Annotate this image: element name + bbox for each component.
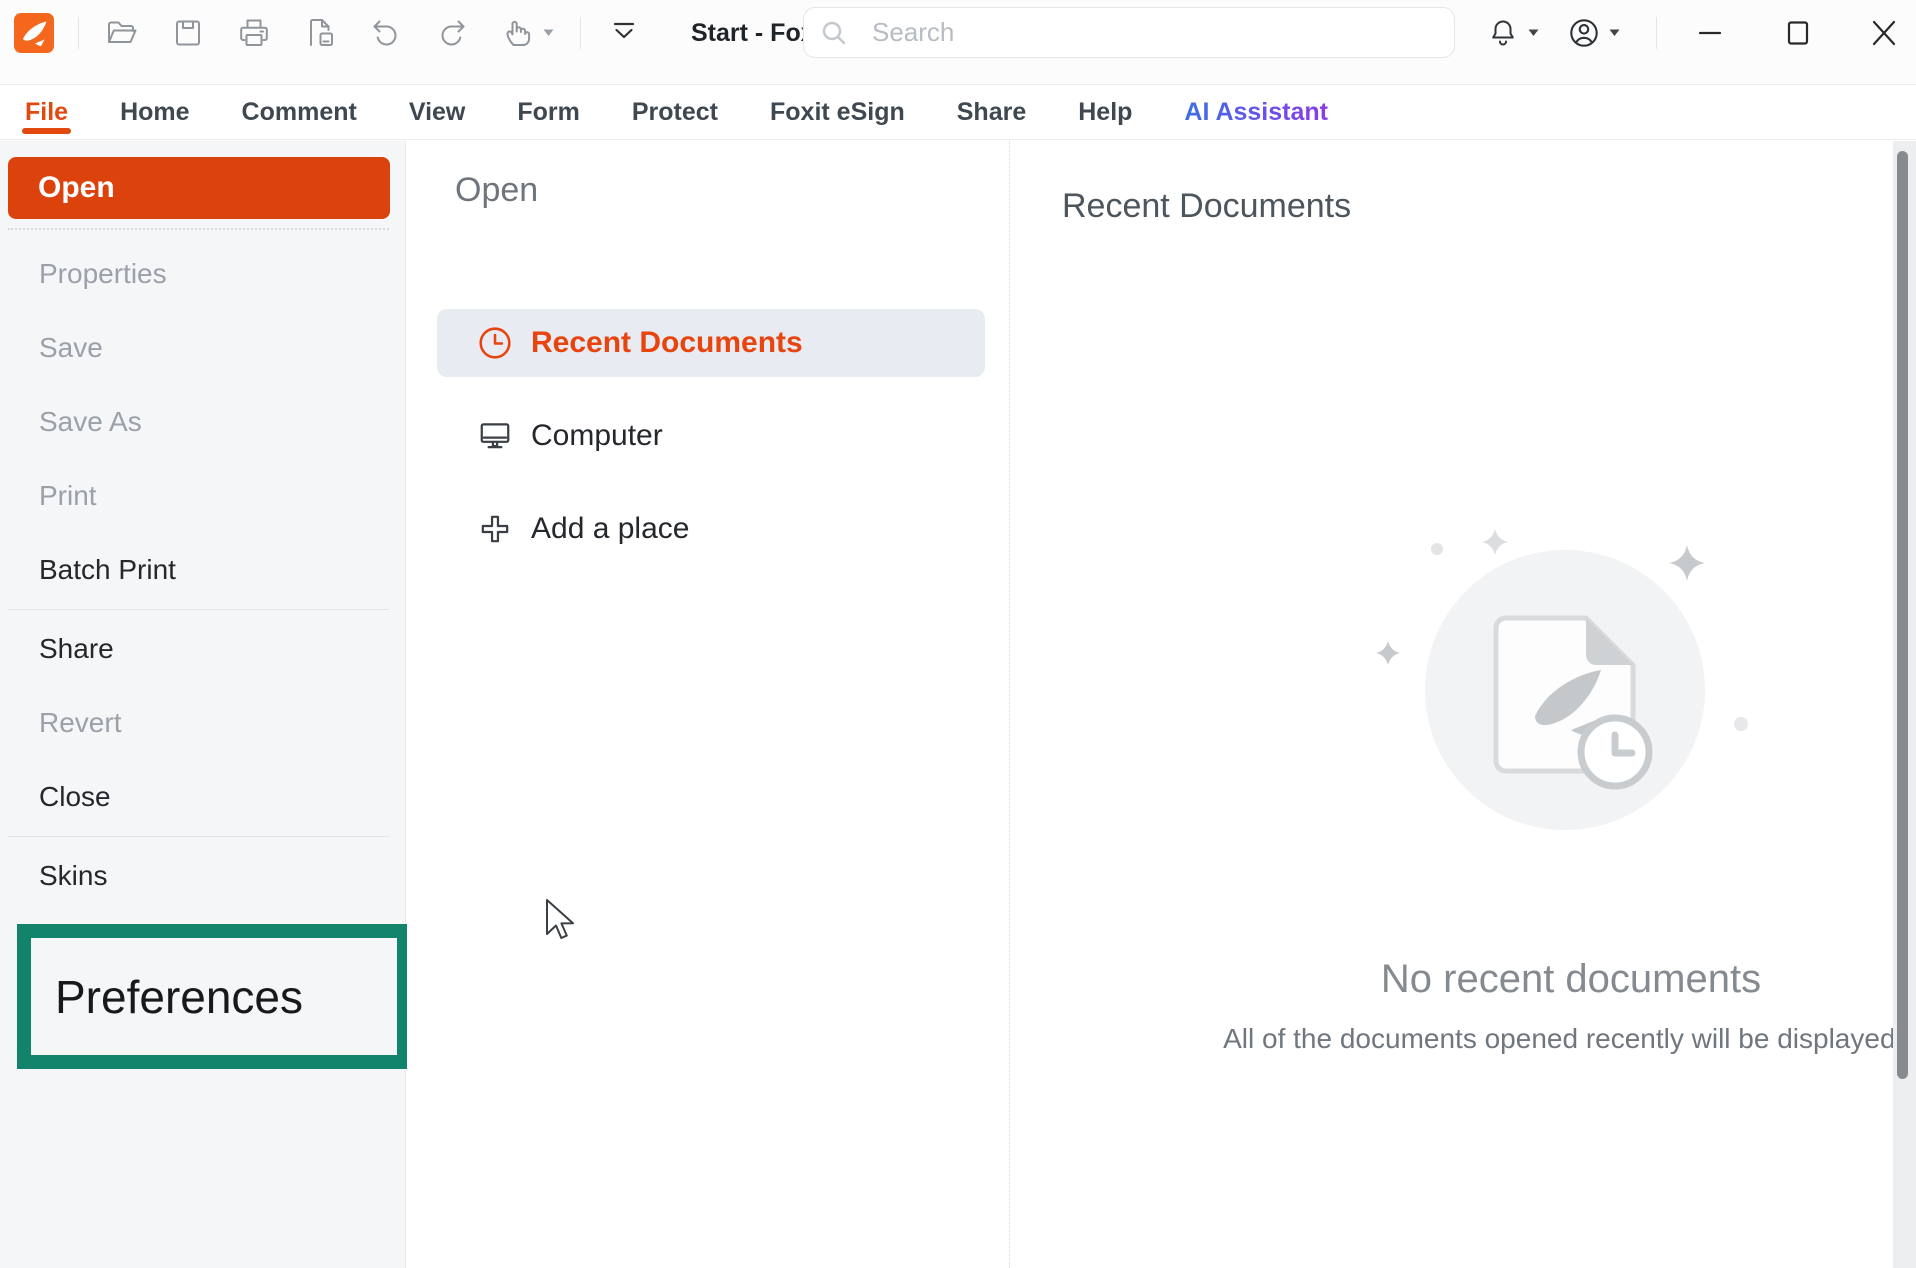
open-panel-title: Open: [455, 171, 539, 209]
close-icon: [1872, 20, 1896, 46]
notifications-bell-icon: [1492, 20, 1514, 46]
empty-state-title: No recent documents: [1380, 957, 1762, 1001]
create-pdf-button[interactable]: [301, 13, 339, 53]
account-dropdown[interactable]: [1609, 29, 1620, 37]
tab-view[interactable]: View: [409, 86, 466, 139]
empty-state-caption: All of the documents opened recently wil…: [1223, 1023, 1916, 1054]
sidebar-item-save[interactable]: Save: [0, 311, 405, 385]
undo-button[interactable]: [367, 13, 405, 53]
recent-documents-title: Recent Documents: [1062, 187, 1352, 225]
sparkle-dot: [1431, 543, 1443, 555]
sidebar-item-revert[interactable]: Revert: [0, 686, 405, 760]
search-box[interactable]: [803, 7, 1455, 58]
redo-button[interactable]: [433, 13, 471, 53]
sidebar-item-preferences[interactable]: Preferences: [31, 970, 303, 1024]
clock-icon: [479, 327, 511, 359]
tab-home[interactable]: Home: [120, 86, 189, 139]
sidebar-item-batch-print[interactable]: Batch Print: [0, 533, 405, 607]
maximize-icon: [1787, 21, 1809, 45]
add-place-icon: [481, 515, 509, 543]
computer-icon: [480, 423, 510, 449]
tab-form[interactable]: Form: [517, 86, 580, 139]
sidebar-item-close[interactable]: Close: [0, 760, 405, 834]
toolbar-separator: [580, 17, 581, 49]
sparkle-star: [1376, 641, 1400, 665]
tab-help[interactable]: Help: [1078, 86, 1132, 139]
collapse-toolbar-button[interactable]: [605, 13, 643, 53]
titlebar-separator: [1656, 17, 1657, 49]
sidebar-item-print[interactable]: Print: [0, 459, 405, 533]
save-button[interactable]: [169, 13, 207, 53]
hand-tool-button[interactable]: [499, 13, 537, 53]
place-label: Computer: [531, 419, 663, 452]
foxit-logo: [14, 13, 54, 53]
scrollbar-thumb[interactable]: [1897, 151, 1908, 1079]
open-folder-button[interactable]: [103, 13, 141, 53]
open-panel: Open Recent Documents Computer Add a pla…: [407, 141, 1010, 1268]
sidebar-item-skins[interactable]: Skins: [0, 839, 405, 913]
tab-comment[interactable]: Comment: [242, 86, 357, 139]
hand-tool-dropdown[interactable]: [543, 29, 554, 37]
titlebar: Start - Foxit ...: [0, 0, 1916, 85]
place-label: Add a place: [531, 512, 690, 545]
tab-foxit-esign[interactable]: Foxit eSign: [770, 86, 905, 139]
scrollbar-track[interactable]: [1893, 141, 1916, 1268]
minimize-icon: [1698, 31, 1722, 35]
file-menu-sidebar: Open Properties Save Save As Print Batch…: [0, 141, 411, 1268]
search-input[interactable]: [848, 17, 1454, 48]
maximize-button[interactable]: [1779, 13, 1817, 53]
tab-file[interactable]: File: [21, 86, 72, 139]
account-button[interactable]: [1565, 13, 1603, 53]
recent-documents-panel: Recent Documents No recent documents All…: [1010, 141, 1916, 1268]
quick-access-toolbar: Start - Foxit ...: [14, 0, 858, 66]
tab-protect[interactable]: Protect: [632, 86, 718, 139]
sidebar-divider: [8, 609, 389, 610]
sidebar-item-properties[interactable]: Properties: [0, 237, 405, 311]
sidebar-dotted-divider: [8, 228, 389, 230]
sparkle-star: [1669, 545, 1705, 581]
sidebar-divider: [8, 836, 389, 837]
print-button[interactable]: [235, 13, 273, 53]
account-icon: [1570, 19, 1598, 47]
sidebar-item-share[interactable]: Share: [0, 612, 405, 686]
empty-state-illustration: [1375, 520, 1760, 865]
tab-share[interactable]: Share: [957, 86, 1026, 139]
sparkle-dot: [1734, 717, 1748, 731]
place-recent-documents[interactable]: Recent Documents: [437, 309, 985, 377]
search-icon: [822, 21, 846, 44]
close-button[interactable]: [1865, 13, 1903, 53]
place-add-a-place[interactable]: Add a place: [437, 495, 985, 563]
place-computer[interactable]: Computer: [437, 402, 985, 470]
notifications-dropdown[interactable]: [1528, 29, 1539, 37]
ribbon-tabs: File Home Comment View Form Protect Foxi…: [0, 86, 1916, 140]
tab-ai-assistant[interactable]: AI Assistant: [1184, 86, 1328, 139]
minimize-button[interactable]: [1691, 13, 1729, 53]
place-label: Recent Documents: [531, 326, 803, 359]
foxit-window: Start - Foxit ... Search File Home Comme…: [0, 0, 1916, 1268]
sparkle-star: [1482, 529, 1508, 555]
notifications-bell-button[interactable]: [1484, 13, 1522, 53]
window-controls: [1484, 0, 1903, 66]
sidebar-item-save-as[interactable]: Save As: [0, 385, 405, 459]
toolbar-separator: [78, 17, 79, 49]
sidebar-item-open[interactable]: Open: [8, 157, 390, 219]
annotation-highlight-box: Preferences: [17, 924, 411, 1069]
